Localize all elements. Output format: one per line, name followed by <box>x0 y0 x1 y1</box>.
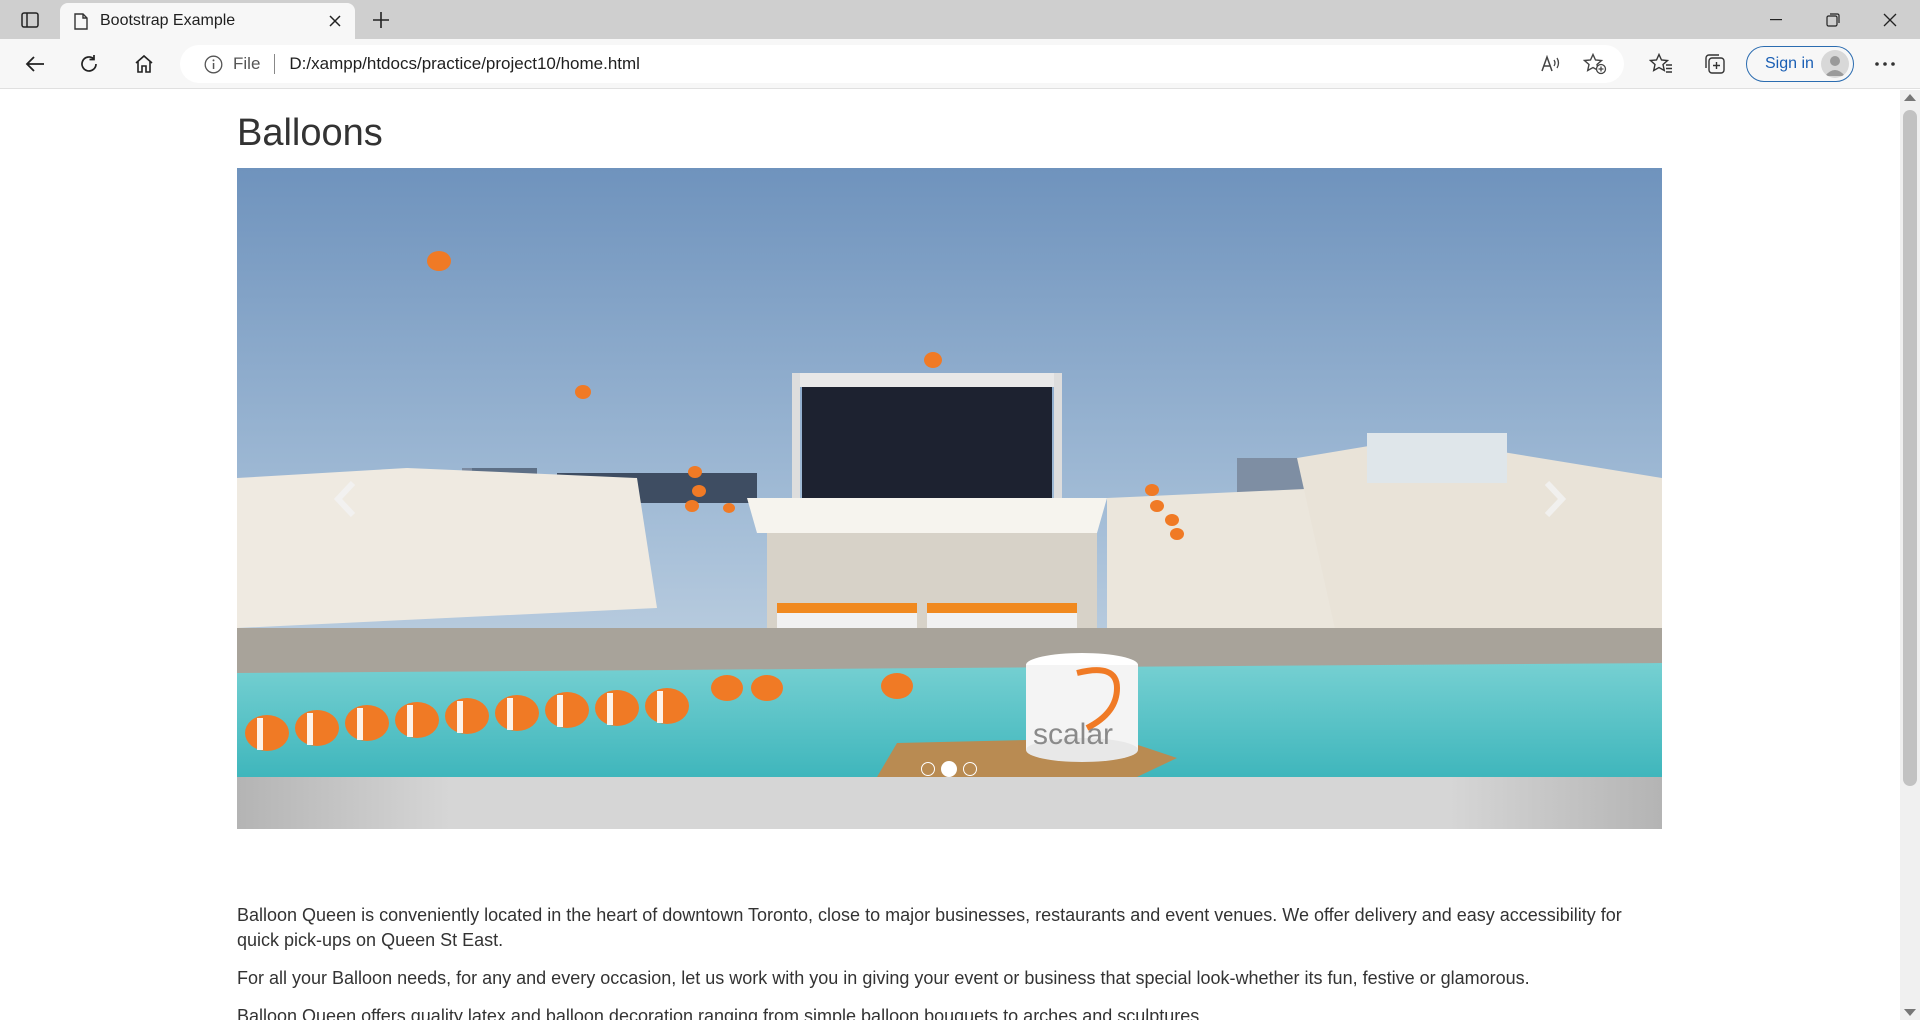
vertical-scrollbar[interactable] <box>1900 90 1920 1020</box>
close-icon <box>329 15 341 27</box>
slide-logo-text: scalar <box>1033 718 1113 751</box>
sign-in-label: Sign in <box>1765 55 1814 72</box>
page-title: Balloons <box>237 112 383 154</box>
close-window-button[interactable] <box>1862 0 1918 39</box>
page-icon <box>74 12 88 30</box>
ellipsis-icon <box>1875 62 1895 66</box>
scroll-down-arrow[interactable] <box>1904 1009 1916 1016</box>
paragraph-needs: For all your Balloon needs, for any and … <box>237 968 1530 988</box>
chevron-left-icon <box>333 480 355 517</box>
refresh-icon <box>81 55 97 72</box>
home-button[interactable] <box>127 47 161 81</box>
new-tab-button[interactable] <box>365 6 397 34</box>
page-content: Balloon Queen is conveniently located in… <box>237 903 1662 1020</box>
add-favorite-button[interactable] <box>1580 49 1610 79</box>
back-button[interactable] <box>18 47 52 81</box>
browser-tab-active[interactable]: Bootstrap Example <box>60 3 355 39</box>
paragraph-offers: Balloon Queen offers quality latex and b… <box>237 1006 1205 1020</box>
scroll-up-arrow[interactable] <box>1904 94 1916 101</box>
sign-in-button[interactable]: Sign in <box>1746 46 1854 82</box>
info-icon[interactable] <box>204 55 223 74</box>
image-carousel: scalar <box>237 168 1662 829</box>
tab-close-button[interactable] <box>323 9 347 33</box>
carousel-indicator-2[interactable] <box>941 761 957 777</box>
avatar <box>1821 50 1849 78</box>
carousel-indicator-1[interactable] <box>921 762 935 776</box>
carousel-prev-control[interactable] <box>237 168 452 829</box>
address-url[interactable]: D:/xampp/htdocs/practice/project10/home.… <box>289 54 640 74</box>
carousel-next-control[interactable] <box>1447 168 1662 829</box>
restore-button[interactable] <box>1805 0 1861 39</box>
address-separator <box>274 54 276 74</box>
back-arrow-icon <box>25 56 44 72</box>
address-file-label: File <box>233 54 261 73</box>
tab-actions-button[interactable] <box>12 6 48 34</box>
star-plus-icon <box>1583 53 1607 75</box>
page-viewport: Balloons scalar Balloon Queen is conveni… <box>0 90 1920 1020</box>
address-bar[interactable]: File D:/xampp/htdocs/practice/project10/… <box>180 45 1624 83</box>
more-menu-button[interactable] <box>1868 47 1902 81</box>
collections-button[interactable] <box>1698 47 1732 81</box>
paragraph-intro: Balloon Queen is conveniently located in… <box>237 905 1622 950</box>
favorites-button[interactable] <box>1644 47 1678 81</box>
favorites-icon <box>1649 53 1672 73</box>
refresh-button[interactable] <box>72 47 106 81</box>
chevron-right-icon <box>1544 480 1566 517</box>
close-icon <box>1883 13 1897 26</box>
tab-actions-icon <box>21 12 39 28</box>
minimize-icon <box>1770 18 1782 20</box>
scroll-thumb[interactable] <box>1903 110 1917 786</box>
minimize-button[interactable] <box>1748 0 1804 39</box>
read-aloud-icon <box>1541 55 1560 72</box>
browser-toolbar: File D:/xampp/htdocs/practice/project10/… <box>0 39 1920 89</box>
carousel-indicator-3[interactable] <box>963 762 977 776</box>
tab-title: Bootstrap Example <box>100 12 236 29</box>
collections-icon <box>1705 54 1725 74</box>
read-aloud-button[interactable] <box>1536 49 1566 79</box>
browser-titlebar: Bootstrap Example <box>0 0 1920 39</box>
carousel-indicators <box>921 761 977 777</box>
restore-icon <box>1826 12 1840 27</box>
home-icon <box>135 54 153 73</box>
plus-icon <box>373 12 389 28</box>
